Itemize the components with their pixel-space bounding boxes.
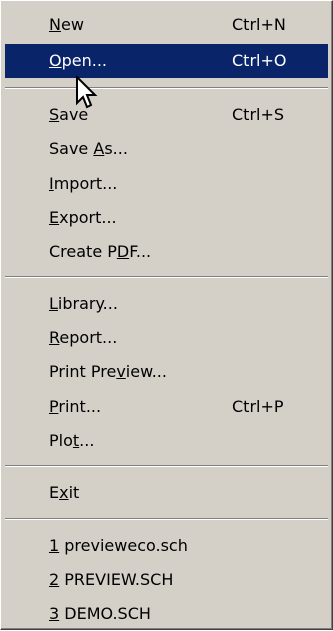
- menu-separator: [5, 465, 328, 467]
- menu-item-import[interactable]: Import...: [5, 167, 328, 201]
- menu-item-save[interactable]: Save Ctrl+S: [5, 98, 328, 132]
- menu-item-label: 1 previeweco.sch: [49, 536, 188, 555]
- menu-item-label: Open...: [49, 51, 107, 70]
- menu-item-label: Create PDF...: [49, 242, 152, 261]
- mouse-pointer-icon: [76, 76, 98, 109]
- menu-item-export[interactable]: Export...: [5, 201, 328, 235]
- menu-item-label: Save As...: [49, 139, 128, 158]
- menu-item-shortcut: Ctrl+P: [232, 397, 284, 416]
- menu-item-save-as[interactable]: Save As...: [5, 132, 328, 166]
- recent-file-item[interactable]: 3 DEMO.SCH: [5, 597, 328, 631]
- menu-item-new[interactable]: New Ctrl+N: [5, 8, 328, 42]
- menu-item-label: Exit: [49, 483, 80, 502]
- menu-item-open[interactable]: Open... Ctrl+O: [5, 44, 328, 78]
- recent-file-item[interactable]: 1 previeweco.sch: [5, 529, 328, 563]
- menu-item-exit[interactable]: Exit: [5, 476, 328, 510]
- menu-item-label: 3 DEMO.SCH: [49, 604, 151, 623]
- menu-item-label: Report...: [49, 328, 118, 347]
- menu-item-print-preview[interactable]: Print Preview...: [5, 355, 328, 389]
- menu-item-label: Import...: [49, 174, 118, 193]
- menu-item-report[interactable]: Report...: [5, 321, 328, 355]
- menu-separator: [5, 87, 328, 89]
- menu-item-label: 2 PREVIEW.SCH: [49, 570, 174, 589]
- menu-item-label: Library...: [49, 294, 118, 313]
- menu-item-label: Export...: [49, 208, 117, 227]
- menu-item-label: New: [49, 15, 84, 34]
- menu-item-label: Print...: [49, 397, 102, 416]
- menu-separator: [5, 518, 328, 520]
- menu-item-label: Plot...: [49, 431, 95, 450]
- file-menu: New Ctrl+N Open... Ctrl+O Save Ctrl+S Sa…: [0, 0, 333, 630]
- menu-item-label: Print Preview...: [49, 362, 167, 381]
- menu-item-shortcut: Ctrl+N: [232, 15, 286, 34]
- menu-item-plot[interactable]: Plot...: [5, 424, 328, 458]
- menu-item-print[interactable]: Print... Ctrl+P: [5, 390, 328, 424]
- menu-item-create-pdf[interactable]: Create PDF...: [5, 235, 328, 269]
- recent-file-item[interactable]: 2 PREVIEW.SCH: [5, 563, 328, 597]
- menu-separator: [5, 276, 328, 278]
- menu-item-library[interactable]: Library...: [5, 287, 328, 321]
- menu-item-shortcut: Ctrl+O: [232, 51, 287, 70]
- menu-item-shortcut: Ctrl+S: [232, 105, 285, 124]
